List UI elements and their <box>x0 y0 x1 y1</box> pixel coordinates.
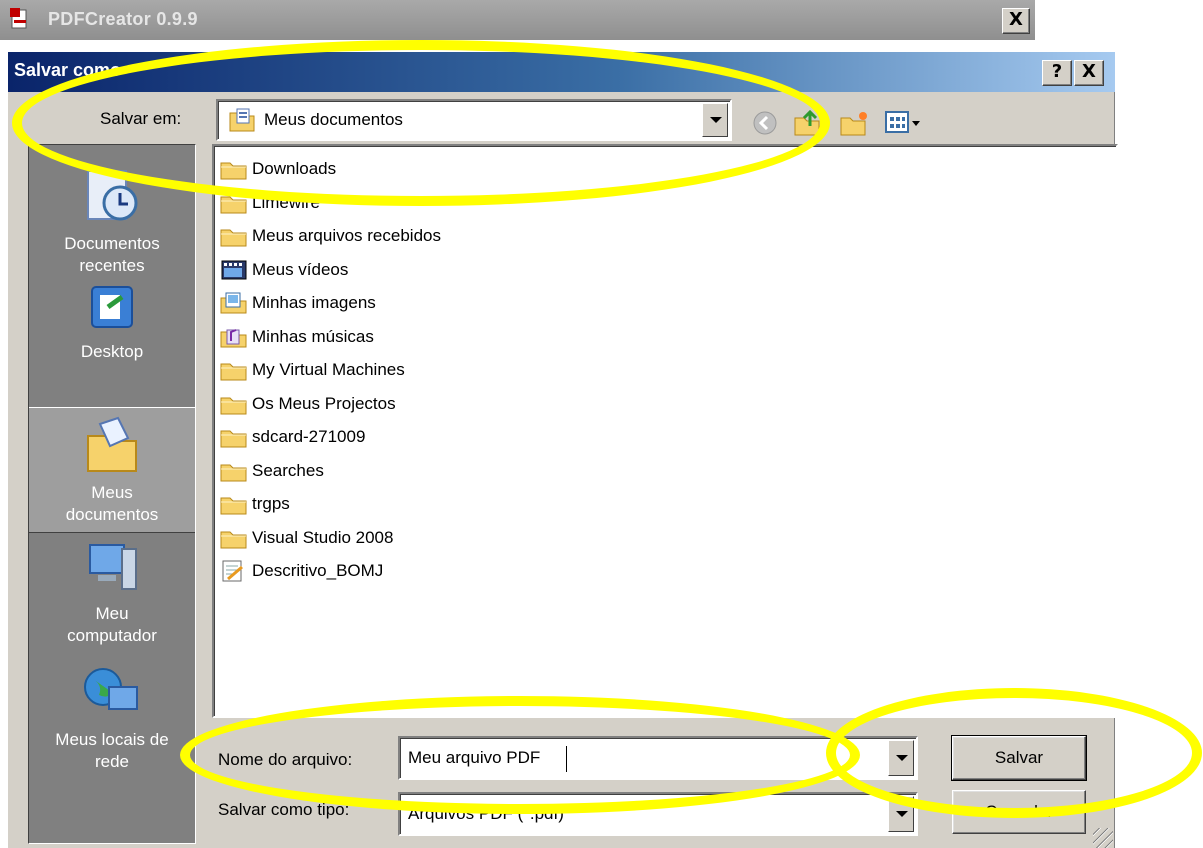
place-label: Meu <box>95 604 129 623</box>
file-item[interactable]: My Virtual Machines <box>220 357 405 383</box>
my-documents-icon <box>87 416 137 472</box>
app-title: PDFCreator 0.9.9 <box>48 9 198 29</box>
place-desktop[interactable]: Desktop <box>29 283 195 363</box>
place-my-computer[interactable]: Meu computador <box>29 541 195 647</box>
highlight-save-button <box>826 688 1202 818</box>
place-label: Documentos <box>64 234 160 253</box>
folder-icon <box>220 363 247 381</box>
file-item[interactable]: Meus vídeos <box>220 257 348 283</box>
video-folder-icon <box>221 260 247 279</box>
file-item[interactable]: Os Meus Projectos <box>220 391 396 417</box>
file-item-label: Meus vídeos <box>252 259 349 279</box>
file-item-label: Os Meus Projectos <box>252 393 396 413</box>
file-item[interactable]: Minhas imagens <box>220 290 376 316</box>
place-label: computador <box>67 626 157 645</box>
file-item[interactable]: Descritivo_BOMJ <box>220 558 383 584</box>
file-item[interactable]: Searches <box>220 458 324 484</box>
folder-icon <box>220 531 247 548</box>
file-item[interactable]: trgps <box>220 491 290 517</box>
app-title-bar: PDFCreator 0.9.9 <box>0 0 1035 40</box>
folder-icon <box>220 397 247 414</box>
pdfcreator-app-icon <box>10 8 27 29</box>
my-computer-icon <box>89 544 137 590</box>
dialog-close-button[interactable]: X <box>1074 60 1104 86</box>
folder-icon <box>220 464 247 481</box>
file-item[interactable]: Meus arquivos recebidos <box>220 223 441 249</box>
place-label: Meus <box>91 483 133 502</box>
places-bar: Documentos recentes Desktop Meus documen… <box>28 144 196 844</box>
file-item-label: Visual Studio 2008 <box>252 527 394 547</box>
place-label: rede <box>94 752 130 771</box>
highlight-save-in <box>12 40 830 206</box>
place-label: Meus locais de <box>55 730 169 749</box>
place-label: documentos <box>65 505 159 524</box>
desktop-icon <box>91 286 133 328</box>
place-label: Desktop <box>80 342 144 361</box>
file-list[interactable]: Downloads Limewire Meus arquivos recebidos… <box>212 144 1118 718</box>
file-item-label: My Virtual Machines <box>252 360 405 379</box>
file-item-label: sdcard-271009 <box>252 427 366 446</box>
file-item-label: trgps <box>252 494 290 513</box>
file-item-label: Searches <box>252 460 324 480</box>
folder-icon <box>220 229 247 247</box>
place-network[interactable]: Meus locais de rede <box>29 665 195 773</box>
dialog-help-button[interactable]: ? <box>1042 60 1072 86</box>
network-places-icon <box>84 668 138 710</box>
highlight-file-name <box>180 696 860 814</box>
file-item-label: Minhas músicas <box>252 326 374 346</box>
app-close-button[interactable]: X <box>1002 8 1030 34</box>
view-menu-icon[interactable] <box>884 110 926 136</box>
folder-icon <box>220 497 247 515</box>
place-label: recentes <box>79 256 145 275</box>
file-item-label: Minhas imagens <box>252 293 376 312</box>
file-item[interactable]: Visual Studio 2008 <box>220 525 393 551</box>
pictures-folder-icon <box>220 292 247 314</box>
folder-icon <box>220 430 247 448</box>
resize-grip[interactable] <box>1093 828 1113 848</box>
file-item-label: Descritivo_BOMJ <box>252 561 384 580</box>
file-item[interactable]: Minhas músicas <box>220 324 374 350</box>
file-item[interactable]: sdcard-271009 <box>220 424 365 450</box>
place-my-documents[interactable]: Meus documentos <box>29 407 195 533</box>
new-folder-icon[interactable] <box>838 108 870 138</box>
music-folder-icon <box>220 328 247 347</box>
file-item-label: Meus arquivos recebidos <box>252 226 441 245</box>
document-icon <box>222 560 243 582</box>
